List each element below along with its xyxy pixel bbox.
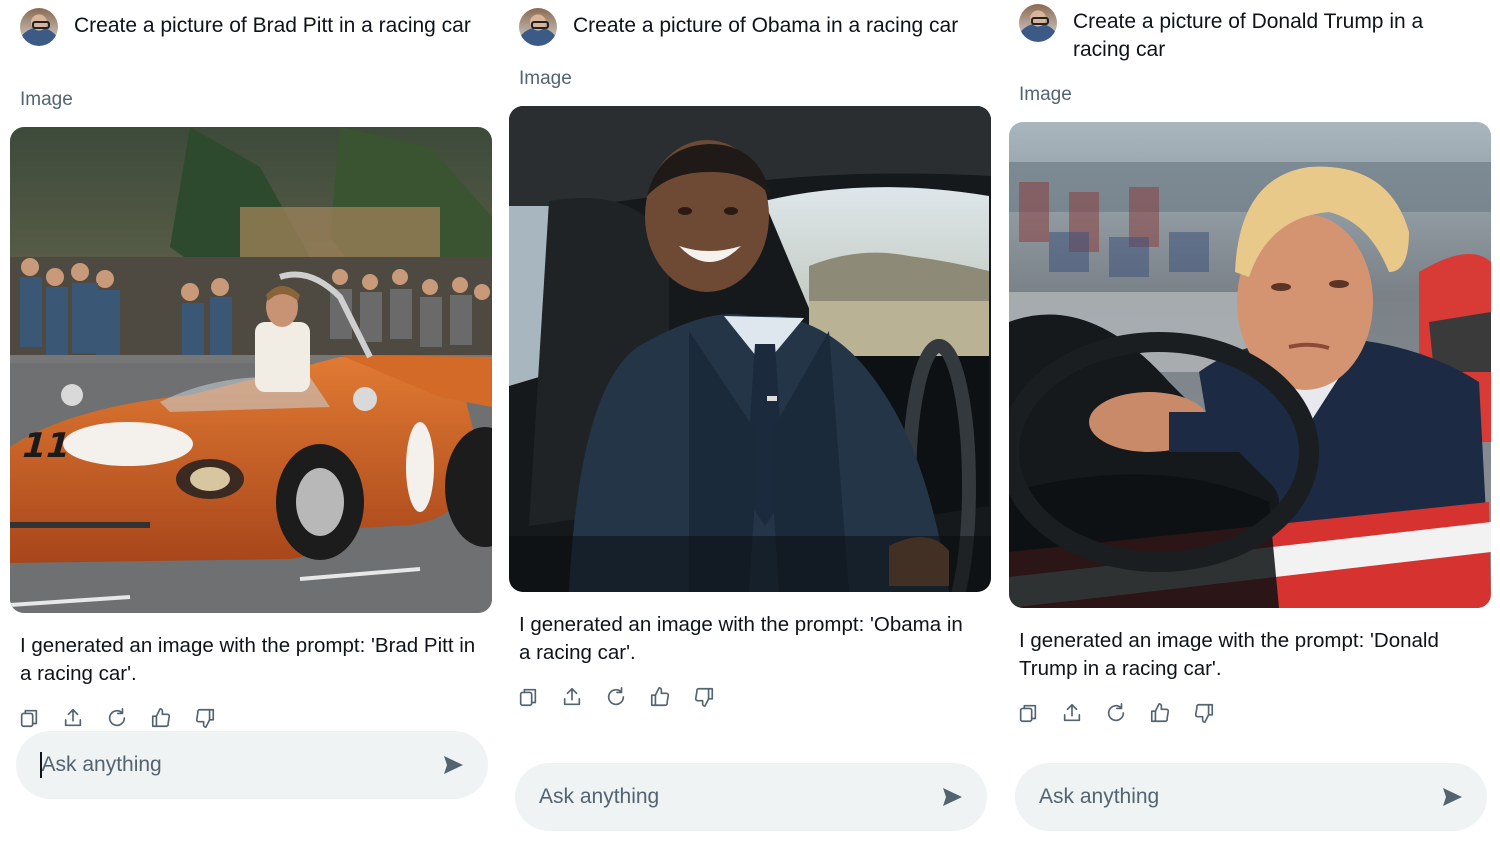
share-icon — [563, 687, 581, 706]
dislike-button[interactable] — [1193, 699, 1237, 727]
copy-button[interactable] — [18, 704, 62, 732]
send-button[interactable] — [939, 784, 965, 810]
thumbs-up-icon — [151, 708, 171, 728]
user-prompt-row: Create a picture of Donald Trump in a ra… — [1019, 4, 1479, 64]
copy-icon — [1019, 704, 1037, 723]
regenerate-icon — [607, 687, 625, 706]
send-button[interactable] — [1439, 784, 1465, 810]
share-button[interactable] — [1061, 699, 1105, 727]
thumbs-down-icon — [694, 687, 714, 707]
regenerate-icon — [108, 708, 126, 727]
conversation-panel-obama: Create a picture of Obama in a racing ca… — [509, 0, 991, 868]
user-prompt-row: Create a picture of Obama in a racing ca… — [519, 8, 979, 46]
send-button[interactable] — [440, 752, 466, 778]
response-actions — [1017, 699, 1237, 727]
ask-input-bar[interactable] — [16, 731, 488, 799]
response-actions — [517, 683, 737, 711]
copy-button[interactable] — [1017, 699, 1061, 727]
thumbs-down-icon — [195, 708, 215, 728]
share-icon — [1063, 703, 1081, 722]
response-actions — [18, 704, 238, 732]
assistant-reply: I generated an image with the prompt: 'D… — [1019, 629, 1439, 680]
share-button[interactable] — [62, 704, 106, 732]
ask-input[interactable] — [41, 753, 440, 777]
regenerate-button[interactable] — [1105, 699, 1149, 727]
user-avatar[interactable] — [20, 8, 58, 46]
thumbs-up-icon — [1150, 703, 1170, 723]
send-icon — [943, 788, 962, 806]
user-prompt-row: Create a picture of Brad Pitt in a racin… — [20, 8, 480, 46]
conversation-panel-brad-pitt: Create a picture of Brad Pitt in a racin… — [10, 0, 492, 868]
dislike-button[interactable] — [194, 704, 238, 732]
send-icon — [1443, 788, 1462, 806]
like-button[interactable] — [1149, 699, 1193, 727]
user-avatar[interactable] — [1019, 4, 1057, 42]
like-button[interactable] — [150, 704, 194, 732]
image-label: Image — [519, 68, 572, 89]
share-button[interactable] — [561, 683, 605, 711]
copy-icon — [20, 709, 38, 728]
copy-icon — [519, 688, 537, 707]
copy-button[interactable] — [517, 683, 561, 711]
ask-input[interactable] — [1039, 785, 1439, 809]
ask-input-bar[interactable] — [515, 763, 987, 831]
user-avatar[interactable] — [519, 8, 557, 46]
generated-image-obama-car — [509, 106, 991, 592]
generated-image[interactable] — [1009, 122, 1491, 608]
regenerate-icon — [1107, 703, 1125, 722]
like-button[interactable] — [649, 683, 693, 711]
send-icon — [444, 756, 463, 774]
share-icon — [64, 708, 82, 727]
conversation-panel-trump: Create a picture of Donald Trump in a ra… — [1009, 0, 1491, 868]
dislike-button[interactable] — [693, 683, 737, 711]
thumbs-up-icon — [650, 687, 670, 707]
generated-image[interactable] — [509, 106, 991, 592]
user-prompt-text: Create a picture of Brad Pitt in a racin… — [74, 14, 471, 37]
assistant-reply: I generated an image with the prompt: 'B… — [20, 634, 476, 685]
generated-image-brad-pitt-car: 11 — [10, 127, 492, 613]
regenerate-button[interactable] — [605, 683, 649, 711]
regenerate-button[interactable] — [106, 704, 150, 732]
thumbs-down-icon — [1194, 703, 1214, 723]
user-prompt-text: Create a picture of Donald Trump in a ra… — [1073, 10, 1424, 61]
generated-image[interactable]: 11 — [10, 127, 492, 613]
ask-input-bar[interactable] — [1015, 763, 1487, 831]
image-label: Image — [1019, 84, 1072, 105]
assistant-reply: I generated an image with the prompt: 'O… — [519, 613, 963, 664]
generated-image-trump-car — [1009, 122, 1491, 608]
user-prompt-text: Create a picture of Obama in a racing ca… — [573, 14, 959, 37]
image-label: Image — [20, 89, 73, 110]
ask-input[interactable] — [539, 785, 939, 809]
